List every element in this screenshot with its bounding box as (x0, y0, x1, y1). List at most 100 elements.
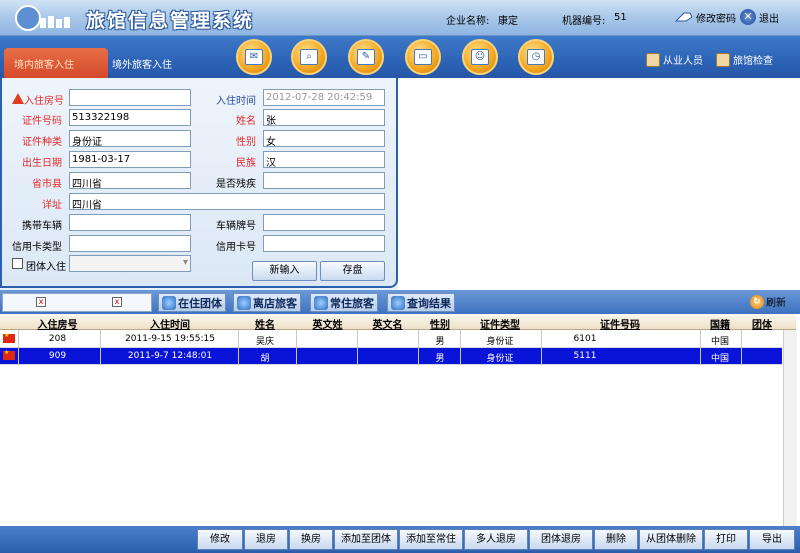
ethnic-label: 民族 (236, 158, 256, 169)
clock-icon[interactable]: ◷ (518, 39, 554, 75)
cell-nation: 中国 (710, 337, 729, 347)
refresh-button[interactable]: ↻ 刷新 (750, 294, 786, 309)
machine-label: 机器编号: (562, 16, 606, 27)
house-icon (716, 52, 730, 67)
export-button[interactable]: 导出 (749, 529, 795, 550)
column-header[interactable]: 团体 (744, 316, 780, 331)
plate-label: 车辆牌号 (216, 221, 256, 232)
vehicle-field[interactable] (69, 214, 191, 231)
user-icon[interactable]: ☺ (462, 39, 498, 75)
column-header[interactable]: 入住时间 (130, 316, 210, 331)
tab-foreign-label: 境外旅客入住 (112, 60, 172, 71)
tab-blank[interactable] (2, 293, 152, 312)
tab-staying-guests[interactable]: 常住旅客 (310, 293, 378, 312)
close-icon[interactable]: x (112, 297, 122, 307)
close-icon[interactable]: x (36, 297, 46, 307)
delete-button[interactable]: 删除 (594, 529, 638, 550)
birth-field[interactable]: 1981-03-17 (69, 151, 191, 168)
checkin-time-field[interactable]: 2012-07-28 20:42:59 (263, 89, 385, 106)
table-row[interactable]: 208 2011-9-15 19:55:15 吴庆 男 身份证 6101 中国 (0, 331, 782, 348)
column-divider (541, 330, 542, 365)
tab-domestic-checkin[interactable]: 境内旅客入住 (4, 48, 108, 78)
column-header[interactable]: 入住房号 (30, 316, 85, 331)
checkout-button[interactable]: 退房 (244, 529, 288, 550)
column-divider (100, 330, 101, 365)
guest-icon (237, 295, 251, 310)
column-divider (18, 330, 19, 365)
group-select[interactable]: ▾ (69, 255, 191, 272)
column-header[interactable]: 姓名 (240, 316, 290, 331)
change-password-label: 修改密码 (696, 13, 736, 25)
column-header[interactable]: 性别 (420, 316, 460, 331)
cell-gender: 男 (435, 354, 445, 364)
name-field[interactable]: 张 (263, 109, 385, 126)
new-entry-button[interactable]: 新输入 (252, 261, 317, 281)
tab-left-guests-label: 离店旅客 (253, 296, 297, 310)
print-button[interactable]: 打印 (704, 529, 748, 550)
disabled-field[interactable] (263, 172, 385, 189)
cell-time: 2011-9-7 12:48:01 (127, 351, 213, 361)
plate-field[interactable] (263, 214, 385, 231)
cell-gender: 男 (435, 337, 445, 347)
logout-button[interactable]: ✕ 退出 (740, 9, 779, 25)
group-checkout-button[interactable]: 团体退房 (529, 529, 593, 550)
company-label: 企业名称: (446, 16, 490, 27)
cell-id-type: 身份证 (486, 354, 514, 364)
id-type-label: 证件种类 (22, 137, 62, 148)
province-field[interactable]: 四川省 (69, 172, 191, 189)
cell-room: 909 (48, 351, 67, 361)
gender-select[interactable]: 女 (263, 130, 385, 147)
name-label: 姓名 (236, 116, 256, 127)
machine-number: 51 (614, 12, 627, 23)
guest-table: 入住房号 入住时间 姓名 英文姓 英文名 性别 证件类型 证件号码 国籍 团体 … (0, 314, 800, 526)
tab-domestic-label: 境内旅客入住 (14, 60, 74, 71)
cell-id-no: 6101 (573, 334, 597, 344)
address-field[interactable]: 四川省 (69, 193, 385, 210)
column-header[interactable]: 证件类型 (460, 316, 540, 331)
inspection-button[interactable]: 旅馆检查 (716, 52, 773, 67)
cell-name: 吴庆 (255, 337, 274, 347)
tab-query-results[interactable]: 查询结果 (387, 293, 455, 312)
id-no-field[interactable]: 513322198 (69, 109, 191, 126)
edit-icon[interactable]: ✎ (348, 39, 384, 75)
group-checkbox[interactable] (12, 258, 23, 269)
column-header[interactable]: 英文名 (360, 316, 415, 331)
card-type-label: 信用卡类型 (12, 242, 62, 253)
mail-icon[interactable]: ✉ (236, 39, 272, 75)
cell-id-type: 身份证 (486, 337, 514, 347)
ethnic-select[interactable]: 汉 (263, 151, 385, 168)
tab-left-guests[interactable]: 离店旅客 (233, 293, 301, 312)
change-room-button[interactable]: 换房 (289, 529, 333, 550)
room-no-field[interactable] (69, 89, 191, 106)
column-header[interactable]: 国籍 (700, 316, 740, 331)
save-button[interactable]: 存盘 (320, 261, 385, 281)
change-password-button[interactable]: 修改密码 (674, 9, 736, 25)
column-header[interactable]: 英文姓 (300, 316, 355, 331)
multi-checkout-button[interactable]: 多人退房 (464, 529, 528, 550)
id-type-select[interactable]: 身份证 (69, 130, 191, 147)
add-to-group-button[interactable]: 添加至团体 (334, 529, 398, 550)
modify-button[interactable]: 修改 (197, 529, 243, 550)
staff-label: 从业人员 (663, 56, 703, 67)
add-to-resident-button[interactable]: 添加至常住 (399, 529, 463, 550)
table-header: 入住房号 入住时间 姓名 英文姓 英文名 性别 证件类型 证件号码 国籍 团体 (0, 314, 796, 331)
tab-staying-guests-label: 常住旅客 (330, 296, 374, 310)
cell-id-no: 5111 (573, 351, 597, 361)
tab-foreign-checkin[interactable]: 境外旅客入住 (112, 56, 172, 71)
action-bar: 修改 退房 换房 添加至团体 添加至常住 多人退房 团体退房 删除 从团体删除 … (0, 526, 800, 553)
column-header[interactable]: 证件号码 (580, 316, 660, 331)
disabled-label: 是否残疾 (216, 179, 256, 190)
monitor-icon[interactable]: ▭ (405, 39, 441, 75)
tab-in-group[interactable]: 在住团体 (158, 293, 226, 312)
table-row[interactable]: 909 2011-9-7 12:48:01 胡 男 身份证 5111 中国 (0, 348, 782, 365)
vertical-scrollbar[interactable] (783, 330, 797, 526)
gender-label: 性别 (236, 137, 256, 148)
card-type-field[interactable] (69, 235, 191, 252)
chevron-down-icon: ▾ (182, 257, 188, 268)
search-icon[interactable]: ⌕ (291, 39, 327, 75)
card-no-field[interactable] (263, 235, 385, 252)
column-divider (700, 330, 701, 365)
staff-button[interactable]: 从业人员 (646, 52, 703, 67)
checkin-time-label: 入住时间 (216, 96, 256, 107)
remove-from-group-button[interactable]: 从团体删除 (639, 529, 703, 550)
